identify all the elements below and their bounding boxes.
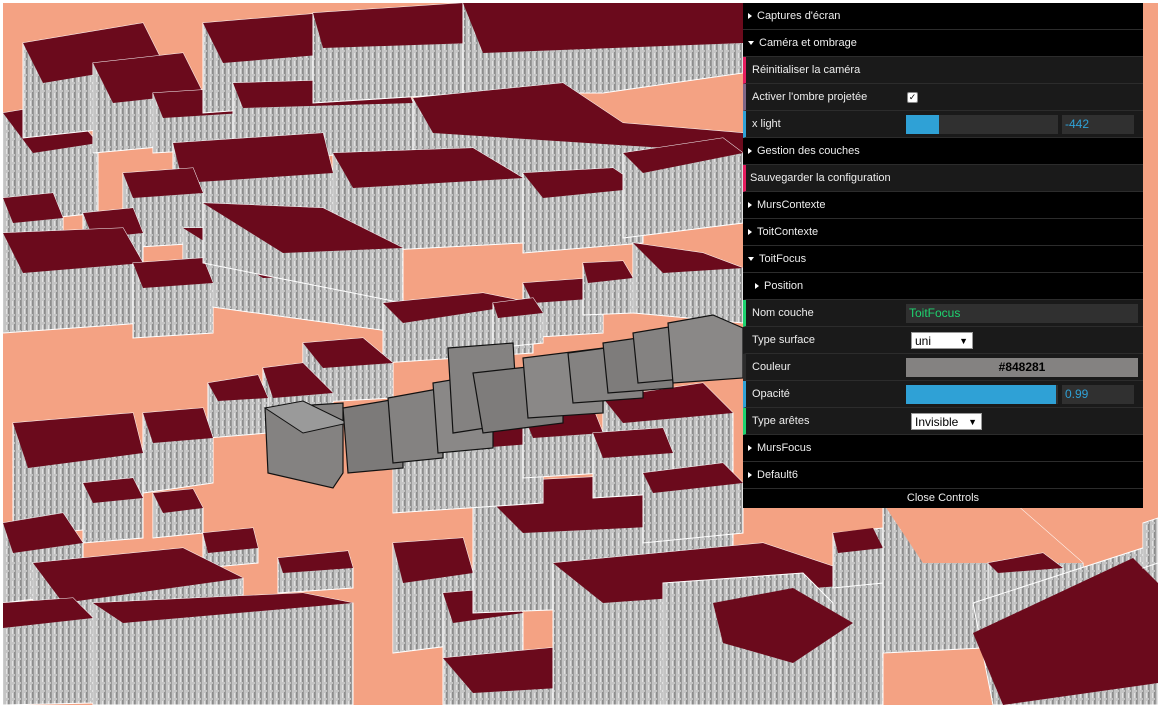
surface-type-row: Type surface uni ▼ [743, 327, 1143, 354]
folder-murs-contexte[interactable]: MursContexte [743, 192, 1143, 219]
chevron-down-icon [748, 41, 754, 45]
surface-type-select[interactable]: uni ▼ [911, 331, 973, 349]
x-light-slider[interactable] [906, 114, 1058, 134]
reset-camera-label: Réinitialiser la caméra [752, 64, 861, 76]
chevron-right-icon [748, 13, 752, 19]
save-config-label: Sauvegarder la configuration [750, 172, 891, 184]
chevron-down-icon [748, 257, 754, 261]
edge-type-row: Type arêtes Invisible ▼ [743, 408, 1143, 435]
folder-position[interactable]: Position [743, 273, 1143, 300]
surface-type-label: Type surface [752, 334, 815, 346]
edge-type-value: Invisible [915, 414, 959, 429]
edge-type-label: Type arêtes [752, 415, 810, 427]
folder-camera[interactable]: Caméra et ombrage [743, 30, 1143, 57]
folder-default6-label: Default6 [757, 469, 798, 481]
folder-captures-label: Captures d'écran [757, 10, 841, 22]
folder-toit-focus[interactable]: ToitFocus [743, 246, 1143, 273]
color-row: Couleur #848281 [743, 354, 1143, 381]
folder-murs-focus[interactable]: MursFocus [743, 435, 1143, 462]
x-light-row: x light -442 [743, 111, 1143, 138]
folder-camera-label: Caméra et ombrage [759, 37, 857, 49]
folder-toit-contexte[interactable]: ToitContexte [743, 219, 1143, 246]
folder-position-label: Position [764, 280, 804, 292]
opacity-row: Opacité 0.99 [743, 381, 1143, 408]
opacity-slider-fill [906, 384, 1057, 404]
controls-panel: Captures d'écran Caméra et ombrage Réini… [743, 3, 1143, 508]
chevron-right-icon [748, 148, 752, 154]
opacity-input[interactable]: 0.99 [1062, 384, 1134, 404]
folder-layers[interactable]: Gestion des couches [743, 138, 1143, 165]
opacity-slider[interactable] [906, 384, 1058, 404]
layer-name-row: Nom couche ToitFocus [743, 300, 1143, 327]
close-controls-button[interactable]: Close Controls [743, 489, 1143, 508]
layer-name-input[interactable]: ToitFocus [906, 303, 1138, 323]
chevron-right-icon [748, 202, 752, 208]
x-light-input[interactable]: -442 [1062, 114, 1134, 134]
reset-camera-button[interactable]: Réinitialiser la caméra [743, 57, 1143, 84]
folder-captures[interactable]: Captures d'écran [743, 3, 1143, 30]
shadow-label: Activer l'ombre projetée [752, 91, 868, 103]
shadow-checkbox[interactable]: ✓ [907, 91, 918, 103]
x-light-slider-fill [906, 114, 940, 134]
folder-default6[interactable]: Default6 [743, 462, 1143, 489]
folder-toit-focus-label: ToitFocus [759, 253, 807, 265]
opacity-label: Opacité [752, 388, 790, 400]
save-config-button[interactable]: Sauvegarder la configuration [743, 165, 1143, 192]
layer-name-label: Nom couche [752, 307, 814, 319]
folder-murs-contexte-label: MursContexte [757, 199, 826, 211]
edge-type-select[interactable]: Invisible ▼ [911, 412, 982, 430]
color-label: Couleur [752, 361, 791, 373]
chevron-right-icon [755, 283, 759, 289]
x-light-label: x light [752, 118, 781, 130]
dropdown-arrow-icon: ▼ [959, 335, 968, 346]
shadow-toggle-row: Activer l'ombre projetée ✓ [743, 84, 1143, 111]
chevron-right-icon [748, 445, 752, 451]
dropdown-arrow-icon: ▼ [968, 416, 977, 427]
chevron-right-icon [748, 472, 752, 478]
surface-type-value: uni [915, 333, 932, 348]
folder-toit-contexte-label: ToitContexte [757, 226, 819, 238]
folder-murs-focus-label: MursFocus [757, 442, 812, 454]
folder-layers-label: Gestion des couches [757, 145, 860, 157]
chevron-right-icon [748, 229, 752, 235]
color-picker[interactable]: #848281 [906, 357, 1138, 377]
